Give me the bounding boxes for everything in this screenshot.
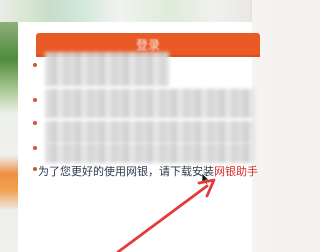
bullet-1: [33, 63, 37, 67]
bullet-2: [33, 98, 37, 102]
assistant-download-link[interactable]: 网银助手: [214, 165, 258, 178]
page: 登录 为了您更好的使用网银，请下载安装网银助手: [0, 0, 272, 252]
pointer-icon: [202, 173, 210, 185]
blurred-content-block-4: [45, 143, 255, 163]
blurred-top-background: [0, 0, 272, 22]
blurred-content-block-2: [45, 89, 255, 118]
bullet-3: [33, 121, 37, 125]
download-notice-text: 为了您更好的使用网银，请下载安装: [38, 165, 214, 178]
bullet-4: [33, 146, 37, 150]
blurred-left-background: [0, 22, 18, 252]
download-notice: 为了您更好的使用网银，请下载安装网银助手: [38, 165, 258, 179]
bullet-5: [33, 167, 37, 171]
blurred-content-block-3: [45, 121, 255, 143]
main-panel: 登录: [18, 22, 260, 252]
blurred-content-block-1: [45, 52, 169, 86]
